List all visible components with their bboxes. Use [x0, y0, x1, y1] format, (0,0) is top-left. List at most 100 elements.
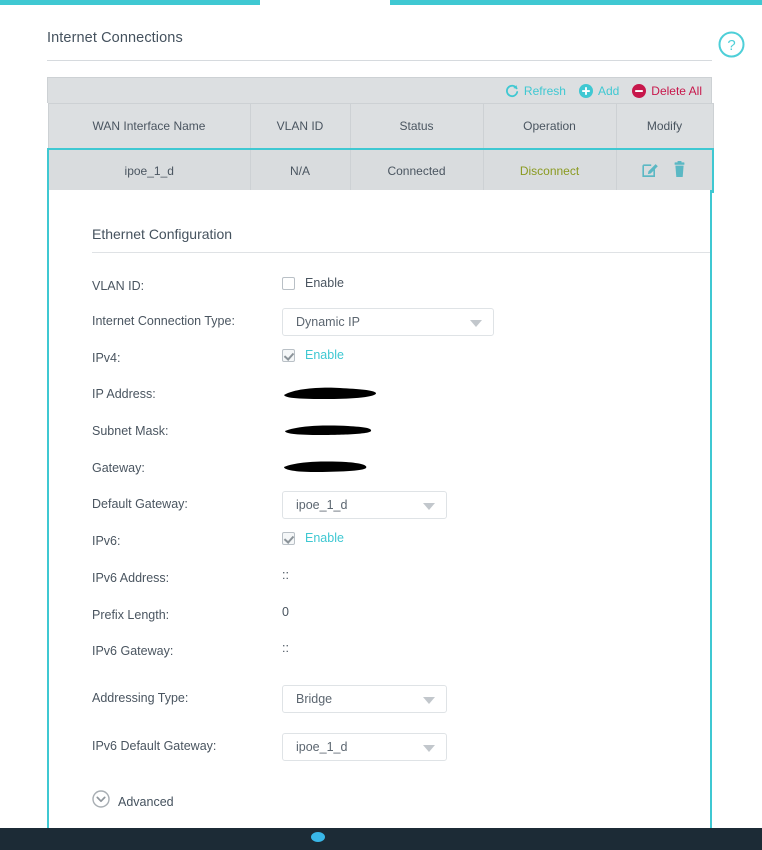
column-header-operation: Operation [482, 103, 617, 149]
ipv4-control: Enable [282, 348, 344, 362]
header-divider [47, 60, 712, 61]
label-ipv6-gateway: IPv6 Gateway: [92, 644, 174, 658]
ipv6-default-gateway-select[interactable]: ipoe_1_d [282, 733, 447, 761]
add-button[interactable]: Add [578, 83, 620, 98]
advanced-toggle[interactable]: Advanced [92, 790, 174, 813]
cell-operation: Disconnect [482, 147, 617, 193]
column-header-vlan-id: VLAN ID [249, 103, 351, 149]
gateway-value [282, 458, 370, 481]
cell-wan-interface-name: ipoe_1_d [47, 147, 251, 193]
chevron-down-icon [423, 745, 435, 752]
label-vlan-id: VLAN ID: [92, 279, 145, 293]
redaction-mark [285, 425, 372, 435]
label-gateway: Gateway: [92, 461, 145, 475]
label-ipv6-default-gateway: IPv6 Default Gateway: [92, 739, 217, 753]
ipv6-default-gateway-value: ipoe_1_d [296, 740, 348, 754]
default-gateway-select[interactable]: ipoe_1_d [282, 491, 447, 519]
table-toolbar: Refresh Add Delete All [47, 77, 712, 103]
connection-type-value: Dynamic IP [296, 315, 360, 329]
ip-address-value [282, 384, 378, 407]
label-ip-address: IP Address: [92, 387, 156, 401]
refresh-icon [505, 84, 519, 98]
chevron-down-icon [470, 320, 482, 327]
addressing-type-select[interactable]: Bridge [282, 685, 447, 713]
field-ipv4: IPv4: Enable [92, 348, 712, 372]
svg-text:?: ? [727, 37, 735, 54]
chevron-down-icon [423, 503, 435, 510]
internet-connections-table: WAN Interface Name VLAN ID Status Operat… [47, 103, 714, 193]
chevron-down-icon [423, 697, 435, 704]
label-ipv6-address: IPv6 Address: [92, 571, 170, 585]
ethernet-configuration-panel: Ethernet Configuration VLAN ID: Enable I… [47, 190, 712, 835]
ipv6-control: Enable [282, 531, 344, 545]
label-addressing-type: Addressing Type: [92, 691, 189, 705]
label-default-gateway: Default Gateway: [92, 497, 188, 511]
default-gateway-value: ipoe_1_d [296, 498, 348, 512]
field-prefix-length: Prefix Length: 0 [92, 605, 712, 629]
ipv4-checkbox-label: Enable [305, 348, 344, 362]
footer-indicator-icon [311, 832, 325, 842]
label-prefix-length: Prefix Length: [92, 608, 170, 622]
field-default-gateway: Default Gateway: ipoe_1_d [92, 491, 712, 521]
field-connection-type: Internet Connection Type: Dynamic IP [92, 308, 712, 338]
field-ipv6-address: IPv6 Address: :: [92, 568, 712, 592]
vlan-id-control: Enable [282, 276, 344, 290]
field-vlan-id: VLAN ID: Enable [92, 276, 712, 300]
field-ipv6: IPv6: Enable [92, 531, 712, 555]
redaction-mark [284, 461, 367, 472]
ipv6-gateway-value: :: [282, 641, 289, 655]
chevron-down-circle-icon [92, 790, 110, 813]
prefix-length-value: 0 [282, 605, 289, 619]
cell-status: Connected [349, 147, 484, 193]
field-gateway: Gateway: [92, 458, 712, 482]
field-subnet-mask: Subnet Mask: [92, 421, 712, 445]
disconnect-link[interactable]: Disconnect [520, 164, 579, 178]
addressing-type-control: Bridge [282, 685, 447, 713]
default-gateway-control: ipoe_1_d [282, 491, 447, 519]
cell-modify [615, 147, 714, 193]
connection-type-select[interactable]: Dynamic IP [282, 308, 494, 336]
plus-circle-icon [578, 83, 593, 98]
advanced-label: Advanced [118, 794, 174, 809]
refresh-button[interactable]: Refresh [505, 84, 566, 98]
page-title: Internet Connections [47, 30, 183, 46]
page-header: Internet Connections [47, 30, 712, 61]
footer-bar [0, 828, 762, 850]
subnet-mask-value [282, 421, 374, 444]
field-ipv6-default-gateway: IPv6 Default Gateway: ipoe_1_d [92, 733, 712, 763]
connection-type-control: Dynamic IP [282, 308, 494, 336]
ipv6-checkbox-label: Enable [305, 531, 344, 545]
delete-all-label: Delete All [651, 83, 702, 98]
edit-pencil-icon[interactable] [642, 161, 659, 181]
field-addressing-type: Addressing Type: Bridge [92, 685, 712, 715]
column-header-modify: Modify [615, 103, 714, 149]
help-circle-icon[interactable]: ? [718, 31, 745, 58]
cell-vlan-id: N/A [249, 147, 351, 193]
section-divider [92, 252, 710, 253]
label-ipv6: IPv6: [92, 534, 121, 548]
vlan-id-checkbox[interactable] [282, 276, 295, 290]
ipv6-address-value: :: [282, 568, 289, 582]
column-header-wan-interface-name: WAN Interface Name [47, 103, 251, 149]
table-header-row: WAN Interface Name VLAN ID Status Operat… [47, 103, 714, 149]
label-ipv4: IPv4: [92, 351, 121, 365]
label-subnet-mask: Subnet Mask: [92, 424, 169, 438]
label-connection-type: Internet Connection Type: [92, 314, 235, 328]
delete-all-button[interactable]: Delete All [632, 83, 702, 98]
redaction-mark [284, 387, 377, 399]
ipv6-checkbox[interactable] [282, 531, 295, 545]
trash-icon[interactable] [672, 160, 687, 181]
vlan-id-checkbox-label: Enable [305, 276, 344, 290]
column-header-status: Status [349, 103, 484, 149]
table-row[interactable]: ipoe_1_d N/A Connected Disconnect [47, 147, 714, 193]
section-title: Ethernet Configuration [92, 226, 233, 242]
field-ip-address: IP Address: [92, 384, 712, 408]
ipv6-default-gateway-control: ipoe_1_d [282, 733, 447, 761]
field-ipv6-gateway: IPv6 Gateway: :: [92, 641, 712, 665]
ipv4-checkbox[interactable] [282, 348, 295, 362]
add-label: Add [597, 83, 620, 98]
refresh-label: Refresh [523, 83, 566, 98]
minus-circle-icon [632, 83, 647, 98]
page-content: Internet Connections ? Refresh Add Delet… [0, 5, 762, 835]
addressing-type-value: Bridge [296, 692, 333, 706]
